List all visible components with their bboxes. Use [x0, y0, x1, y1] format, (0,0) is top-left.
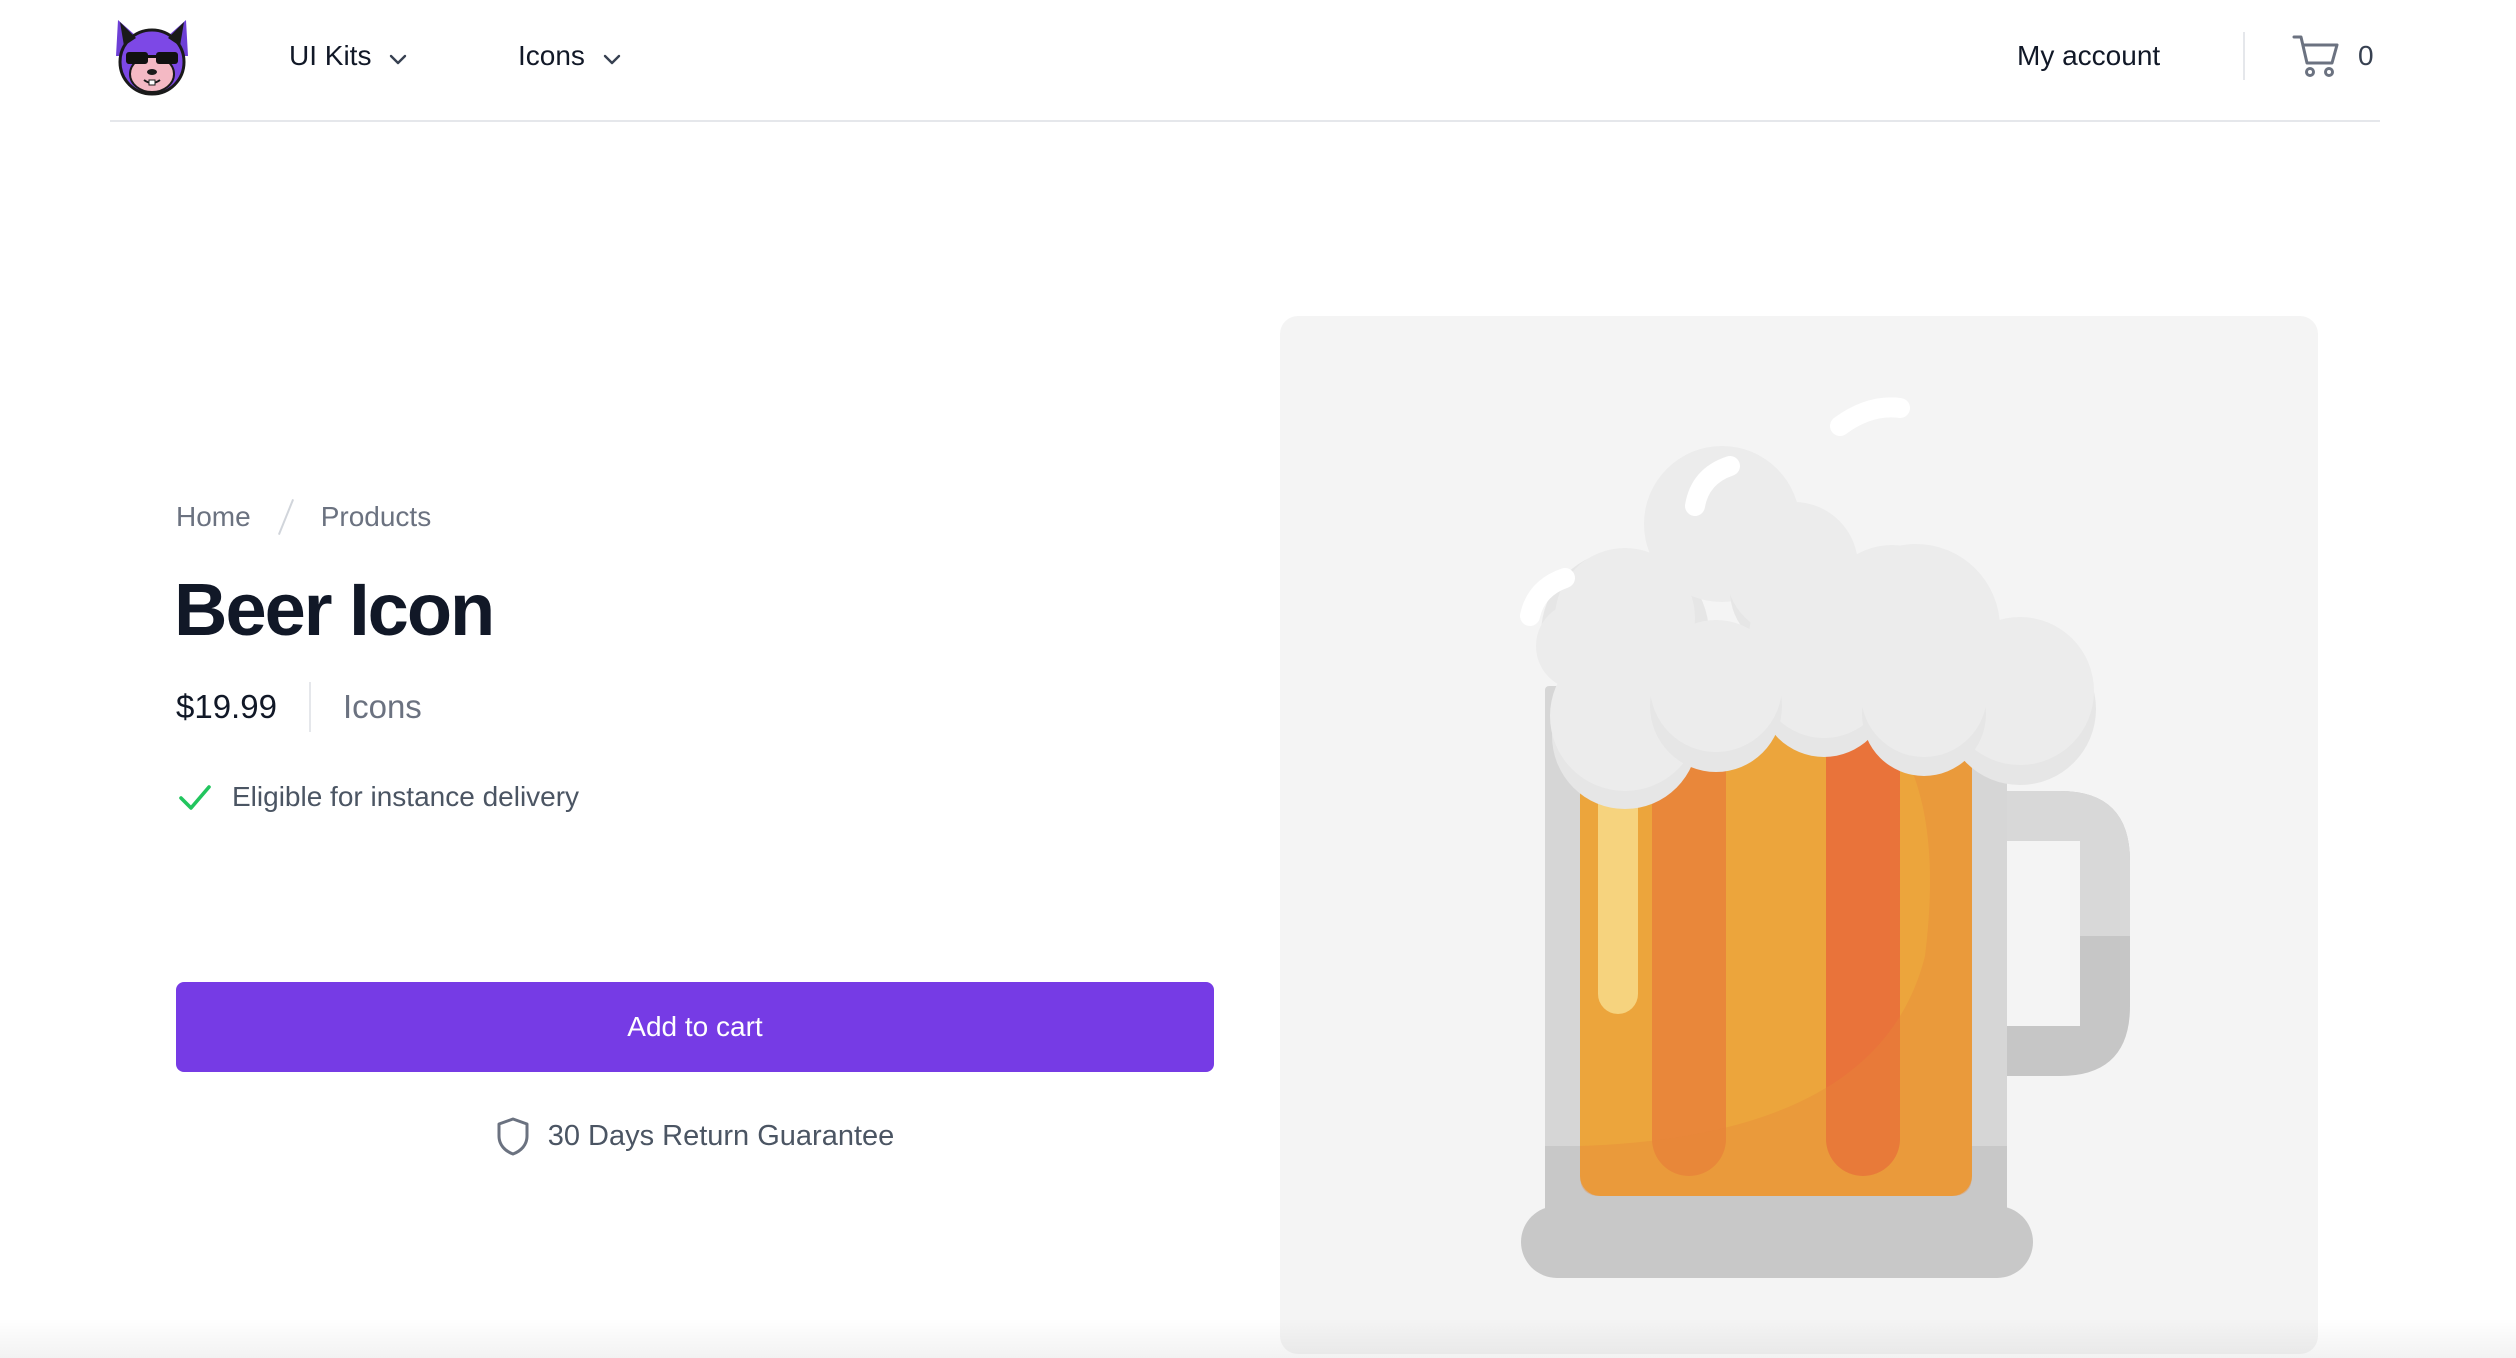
product-category: Icons [342, 688, 422, 725]
product-price: $19.99 [176, 688, 277, 725]
cart-count: 0 [2358, 40, 2374, 71]
cart-icon [2292, 33, 2340, 79]
shield-icon [496, 1116, 530, 1156]
breadcrumb-products[interactable]: Products [321, 501, 432, 533]
breadcrumb: Home Products [176, 498, 431, 536]
site-header: UI Kits Icons My account 0 [110, 0, 2380, 122]
delivery-text: Eligible for instance delivery [232, 781, 580, 812]
nav-icons[interactable]: Icons [518, 0, 623, 112]
nav-ui-kits-label: UI Kits [289, 40, 372, 71]
breadcrumb-home[interactable]: Home [176, 501, 251, 533]
check-icon [176, 778, 214, 816]
header-divider [2243, 32, 2245, 80]
my-account-link[interactable]: My account [2017, 0, 2160, 112]
beer-mug-icon [1520, 397, 2130, 1278]
price-row: $19.99 Icons [176, 682, 422, 732]
price-divider [308, 682, 311, 732]
product-title: Beer Icon [174, 568, 495, 651]
delivery-info: Eligible for instance delivery [176, 778, 579, 816]
product-image [1280, 316, 2318, 1354]
cart-button[interactable]: 0 [2292, 0, 2374, 112]
nav-icons-label: Icons [518, 40, 585, 71]
return-guarantee: 30 Days Return Guarantee [176, 1116, 1214, 1156]
add-to-cart-button[interactable]: Add to cart [176, 982, 1214, 1072]
breadcrumb-separator [277, 499, 294, 535]
nav-ui-kits[interactable]: UI Kits [289, 0, 409, 112]
cat-logo-icon[interactable] [110, 16, 194, 96]
chevron-down-icon [601, 45, 623, 67]
chevron-down-icon [387, 45, 409, 67]
guarantee-text: 30 Days Return Guarantee [547, 1119, 895, 1152]
